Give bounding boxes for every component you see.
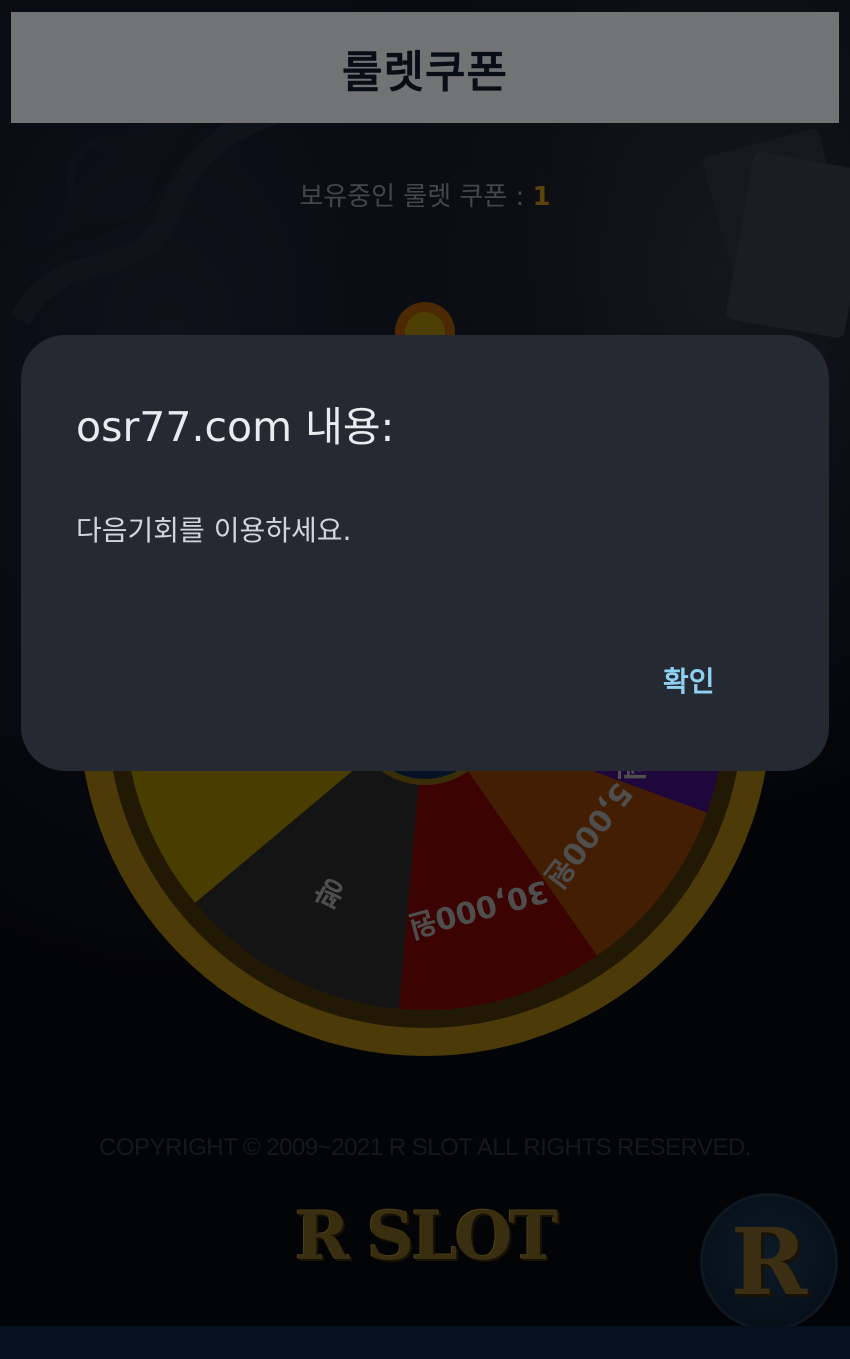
dialog-message: 다음기회를 이용하세요. bbox=[76, 514, 352, 547]
alert-dialog: osr77.com 내용: 다음기회를 이용하세요. 확인 bbox=[21, 335, 829, 771]
ok-button[interactable]: 확인 bbox=[653, 656, 725, 704]
dialog-title: osr77.com 내용: bbox=[76, 403, 395, 451]
